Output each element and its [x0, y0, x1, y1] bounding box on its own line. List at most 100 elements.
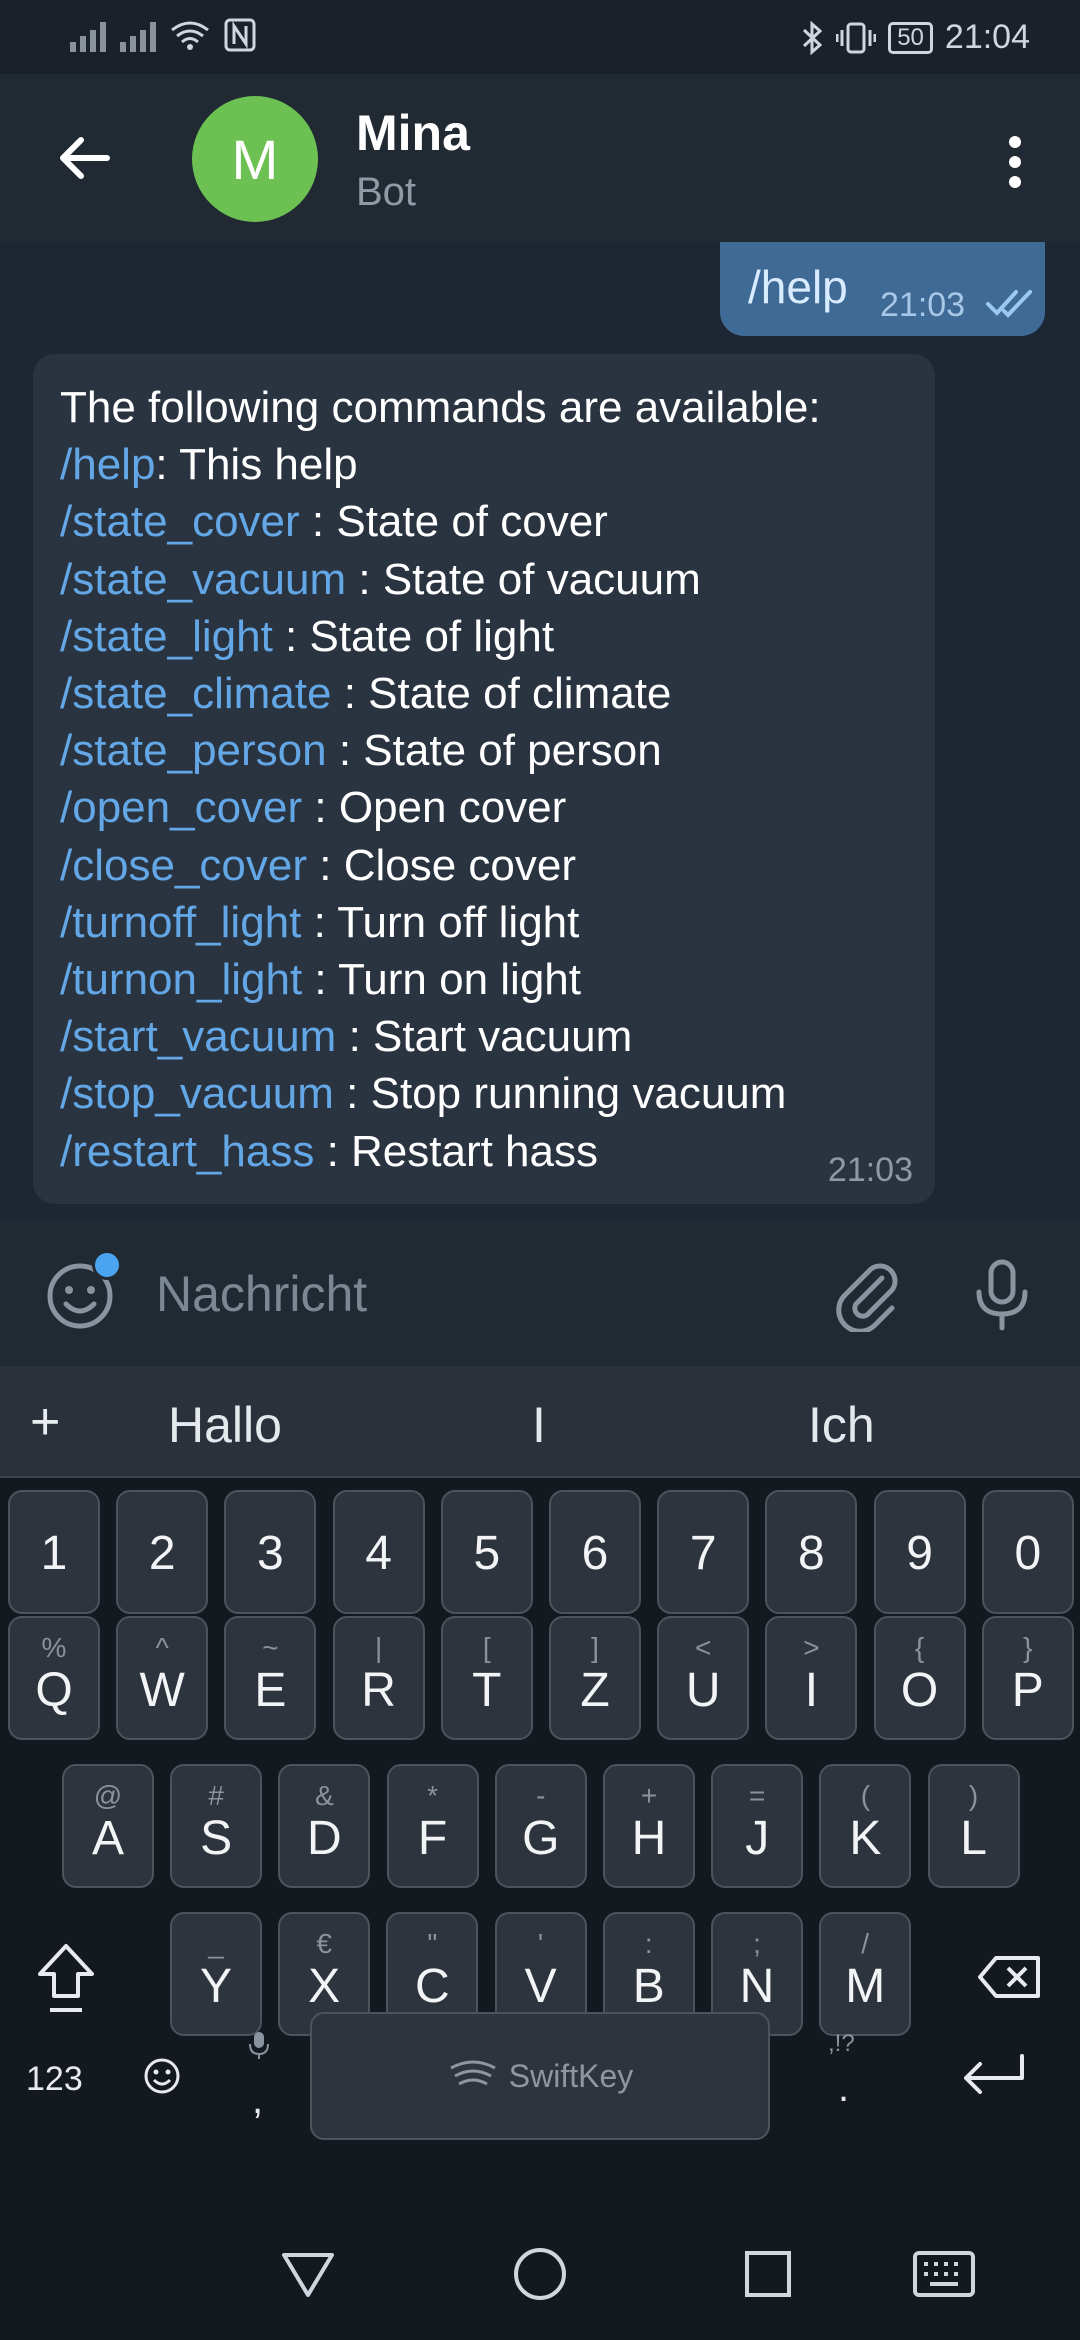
command-line: /state_vacuum : State of vacuum — [60, 551, 821, 608]
command-link[interactable]: /close_cover — [60, 841, 307, 890]
key-label: E — [254, 1664, 287, 1717]
key-label: W — [139, 1664, 185, 1717]
key-6[interactable]: 6 — [549, 1490, 641, 1614]
command-link[interactable]: /state_climate — [60, 669, 331, 718]
key-g[interactable]: -G — [494, 1764, 587, 1888]
command-link[interactable]: /help — [60, 440, 155, 489]
key-d[interactable]: & D — [278, 1764, 371, 1888]
key-2[interactable]: 2 — [116, 1490, 209, 1614]
key-alt-symbol: @ — [93, 1780, 123, 1811]
key-0[interactable]: 0 — [981, 1490, 1074, 1614]
key-label: L — [960, 1812, 987, 1865]
emoji-key-icon[interactable] — [142, 2056, 182, 2096]
key-label: X — [308, 1960, 341, 2013]
microphone-icon[interactable] — [964, 1256, 1040, 1332]
suggestion-3[interactable]: Ich — [808, 1396, 875, 1454]
key-8[interactable]: 8 — [765, 1490, 858, 1614]
chat-title[interactable]: Mina — [356, 104, 470, 162]
nav-back-button[interactable] — [268, 2234, 348, 2314]
paperclip-icon[interactable] — [830, 1256, 906, 1332]
key-l[interactable]: ) L — [927, 1764, 1020, 1888]
triangle-back-icon — [282, 2253, 334, 2297]
key-w[interactable]: ^ W — [116, 1616, 209, 1740]
key-e[interactable]: ~ E — [224, 1616, 317, 1740]
key-q[interactable]: % Q — [8, 1616, 100, 1740]
command-link[interactable]: /turnoff_light — [60, 898, 301, 947]
arrow-left-icon — [60, 137, 110, 179]
key-r[interactable]: | R — [332, 1616, 425, 1740]
period-key[interactable]: . — [838, 2066, 849, 2111]
key-k[interactable]: (K — [819, 1764, 912, 1888]
command-link[interactable]: /state_cover — [60, 497, 300, 546]
key-label: O — [900, 1664, 939, 1717]
signal-2-icon — [120, 18, 156, 52]
message-list[interactable]: /help 21:03 The following commands are a… — [0, 242, 1080, 1220]
command-link[interactable]: /open_cover — [60, 783, 302, 832]
command-link[interactable]: /state_person — [60, 726, 327, 775]
key-u[interactable]: < U — [657, 1616, 750, 1740]
key-alt-symbol: > — [803, 1632, 820, 1663]
incoming-message[interactable]: The following commands are available: /h… — [33, 354, 935, 1204]
numbers-switch-key[interactable]: 123 — [26, 2060, 83, 2099]
key-alt-symbol: ' — [537, 1928, 544, 1959]
key-label: F — [417, 1812, 448, 1865]
bluetooth-icon — [803, 20, 823, 55]
backspace-icon[interactable] — [976, 1954, 1044, 2000]
double-check-icon — [986, 290, 1032, 318]
nav-home-button[interactable] — [500, 2234, 580, 2314]
shift-icon[interactable] — [34, 1942, 98, 2016]
more-menu-button[interactable] — [980, 122, 1050, 202]
command-line: /close_cover : Close cover — [60, 837, 821, 894]
wifi-icon — [171, 21, 209, 50]
command-description: : State of vacuum — [346, 554, 701, 604]
key-alt-symbol: ~ — [262, 1632, 279, 1663]
key-f[interactable]: * F — [386, 1764, 479, 1888]
command-line: /open_cover : Open cover — [60, 779, 821, 836]
command-link[interactable]: /start_vacuum — [60, 1012, 336, 1061]
command-link[interactable]: /turnon_light — [60, 955, 302, 1004]
enter-icon[interactable] — [958, 2050, 1028, 2100]
suggestion-1[interactable]: Hallo — [168, 1396, 282, 1454]
command-line: /state_person : State of person — [60, 722, 821, 779]
command-link[interactable]: /state_light — [60, 612, 273, 661]
space-key[interactable]: SwiftKey — [310, 2012, 770, 2140]
command-description: : Close cover — [307, 840, 576, 890]
message-input[interactable] — [156, 1256, 756, 1332]
command-link[interactable]: /stop_vacuum — [60, 1069, 334, 1118]
key-h[interactable]: + H — [603, 1764, 695, 1888]
key-t[interactable]: [T — [440, 1616, 533, 1740]
keyboard-icon — [913, 2251, 975, 2297]
key-9[interactable]: 9 — [873, 1490, 966, 1614]
key-z[interactable]: ] Z — [549, 1616, 641, 1740]
key-alt-symbol: " — [427, 1928, 438, 1959]
key-o[interactable]: {O — [873, 1616, 966, 1740]
key-4[interactable]: 4 — [332, 1490, 425, 1614]
key-7[interactable]: 7 — [657, 1490, 750, 1614]
suggestion-2[interactable]: I — [532, 1396, 546, 1454]
key-label: R — [361, 1664, 396, 1717]
command-line: /state_cover : State of cover — [60, 493, 821, 550]
key-p[interactable]: } P — [981, 1616, 1074, 1740]
nav-keyboard-button[interactable] — [904, 2234, 984, 2314]
avatar[interactable]: M — [192, 96, 318, 222]
key-label: G — [522, 1812, 560, 1865]
comma-key[interactable]: , — [252, 2078, 263, 2123]
key-m[interactable]: / M — [819, 1912, 912, 2036]
command-link[interactable]: /restart_hass — [60, 1127, 314, 1176]
key-alt-symbol: ^ — [155, 1632, 169, 1663]
command-description: : This help — [155, 440, 358, 490]
key-a[interactable]: @ A — [62, 1764, 154, 1888]
key-3[interactable]: 3 — [224, 1490, 317, 1614]
key-1[interactable]: 1 — [8, 1490, 100, 1614]
key-label: 8 — [798, 1527, 825, 1580]
command-link[interactable]: /state_vacuum — [60, 555, 346, 604]
key-y[interactable]: _ Y — [170, 1912, 262, 2036]
key-5[interactable]: 5 — [440, 1490, 533, 1614]
key-s[interactable]: # S — [170, 1764, 263, 1888]
back-button[interactable] — [48, 122, 120, 194]
outgoing-message[interactable]: /help 21:03 — [720, 242, 1045, 336]
key-j[interactable]: = J — [711, 1764, 804, 1888]
nav-recents-button[interactable] — [728, 2234, 808, 2314]
key-i[interactable]: > I — [765, 1616, 858, 1740]
toolbar-plus-button[interactable]: + — [30, 1392, 60, 1452]
